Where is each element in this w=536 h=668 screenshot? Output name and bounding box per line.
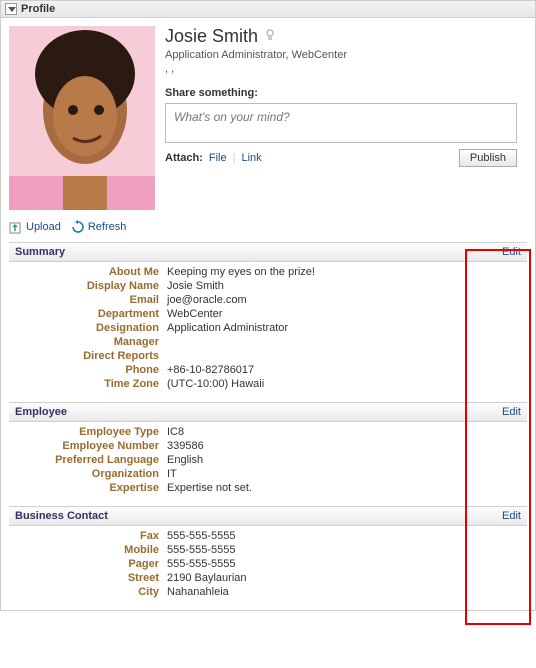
field-label: Department — [9, 308, 167, 320]
employee-table: Employee TypeIC8Employee Number339586Pre… — [9, 422, 527, 498]
share-input[interactable]: What's on your mind? — [165, 103, 517, 143]
field-value: Josie Smith — [167, 280, 527, 292]
field-value: IC8 — [167, 426, 527, 438]
field-label: Manager — [9, 336, 167, 348]
refresh-button[interactable]: Refresh — [71, 220, 127, 234]
field-value: (UTC-10:00) Hawaii — [167, 378, 527, 390]
field-value: English — [167, 454, 527, 466]
attach-link-link[interactable]: Link — [241, 152, 261, 164]
field-label: Display Name — [9, 280, 167, 292]
field-label: Organization — [9, 468, 167, 480]
field-label: City — [9, 586, 167, 598]
separator: | — [233, 152, 236, 164]
field-label: Street — [9, 572, 167, 584]
panel-title: Profile — [21, 3, 55, 15]
edit-link-employee[interactable]: Edit — [502, 406, 521, 418]
field-label: Designation — [9, 322, 167, 334]
field-value: 555-555-5555 — [167, 558, 527, 570]
field-label: Fax — [9, 530, 167, 542]
privacy-icon — [264, 29, 276, 44]
panel-header: Profile — [0, 0, 536, 18]
field-label: Preferred Language — [9, 454, 167, 466]
business-table: Fax555-555-5555Mobile555-555-5555Pager55… — [9, 526, 527, 602]
summary-table: About MeKeeping my eyes on the prize!Dis… — [9, 262, 527, 394]
edit-link-summary[interactable]: Edit — [502, 246, 521, 258]
field-value: Expertise not set. — [167, 482, 527, 494]
field-value: 339586 — [167, 440, 527, 452]
upload-icon — [9, 220, 23, 234]
person-title: Application Administrator, WebCenter — [165, 49, 527, 61]
refresh-icon — [71, 220, 85, 234]
field-label: Pager — [9, 558, 167, 570]
field-value — [167, 336, 527, 348]
field-value: joe@oracle.com — [167, 294, 527, 306]
section-header-employee: Employee Edit — [9, 402, 527, 422]
section-title: Employee — [15, 406, 67, 418]
field-label: Direct Reports — [9, 350, 167, 362]
edit-link-business[interactable]: Edit — [502, 510, 521, 522]
field-value: 555-555-5555 — [167, 544, 527, 556]
upload-button[interactable]: Upload — [9, 220, 61, 234]
refresh-label: Refresh — [88, 221, 127, 233]
section-title: Summary — [15, 246, 65, 258]
field-value: 555-555-5555 — [167, 530, 527, 542]
section-title: Business Contact — [15, 510, 108, 522]
avatar — [9, 26, 155, 210]
field-value: +86-10-82786017 — [167, 364, 527, 376]
field-value — [167, 350, 527, 362]
disclose-toggle[interactable] — [5, 3, 17, 15]
attach-file-link[interactable]: File — [209, 152, 227, 164]
field-label: Time Zone — [9, 378, 167, 390]
field-value: 2190 Baylaurian — [167, 572, 527, 584]
panel-body: Josie Smith Application Administrator, W… — [0, 18, 536, 611]
share-label: Share something: — [165, 87, 527, 99]
person-name: Josie Smith — [165, 26, 258, 47]
field-value: Keeping my eyes on the prize! — [167, 266, 527, 278]
publish-button[interactable]: Publish — [459, 149, 517, 167]
section-header-summary: Summary Edit — [9, 242, 527, 262]
field-label: Mobile — [9, 544, 167, 556]
person-subtitle: , , — [165, 63, 527, 75]
attach-label: Attach: — [165, 152, 203, 164]
field-label: Employee Number — [9, 440, 167, 452]
section-header-business: Business Contact Edit — [9, 506, 527, 526]
field-value: IT — [167, 468, 527, 480]
field-value: Application Administrator — [167, 322, 527, 334]
field-value: WebCenter — [167, 308, 527, 320]
field-value: Nahanahleia — [167, 586, 527, 598]
field-label: Phone — [9, 364, 167, 376]
field-label: Expertise — [9, 482, 167, 494]
upload-label: Upload — [26, 221, 61, 233]
field-label: About Me — [9, 266, 167, 278]
field-label: Employee Type — [9, 426, 167, 438]
field-label: Email — [9, 294, 167, 306]
